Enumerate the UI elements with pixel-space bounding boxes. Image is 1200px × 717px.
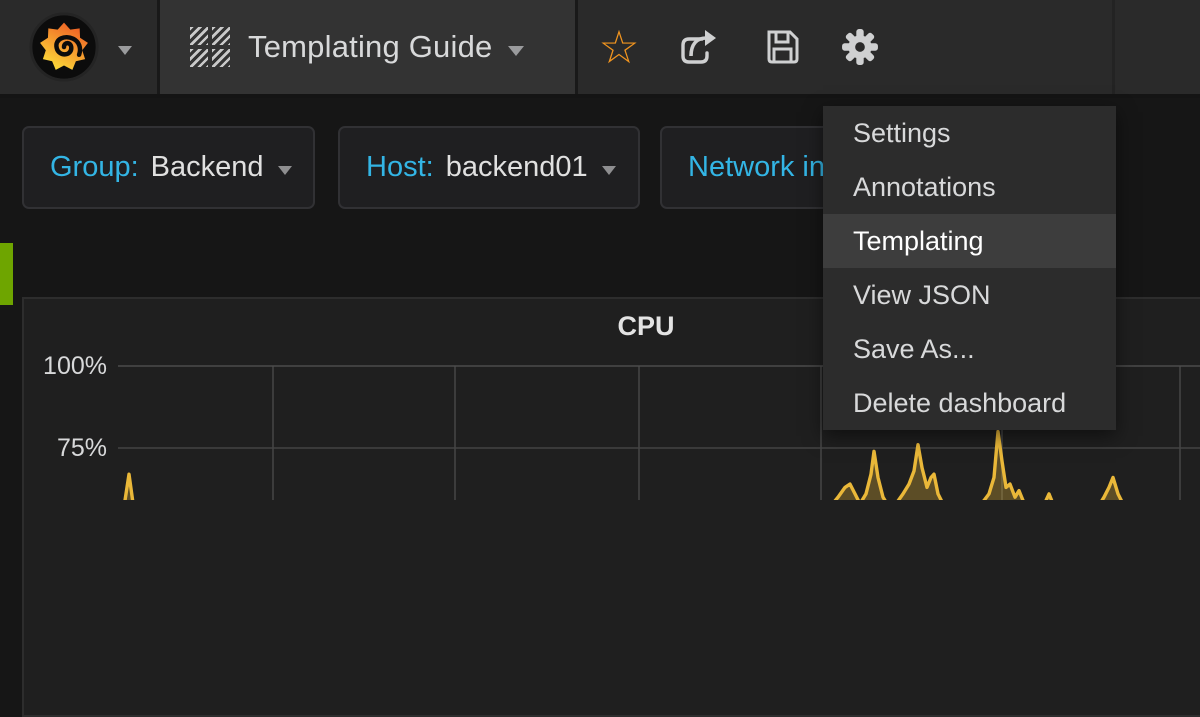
chevron-down-icon: [508, 46, 524, 56]
settings-gear-button[interactable]: [832, 0, 888, 94]
star-icon: ☆: [598, 24, 639, 70]
variable-value: backend01: [446, 151, 588, 184]
menu-item-annotations[interactable]: Annotations: [823, 160, 1116, 214]
variable-selector-group[interactable]: Group: Backend: [22, 126, 315, 209]
menu-item-view-json[interactable]: View JSON: [823, 268, 1116, 322]
dashboard-title-dropdown[interactable]: Templating Guide: [157, 0, 578, 94]
dashboard-title: Templating Guide: [248, 29, 492, 65]
variable-value: Backend: [151, 151, 264, 184]
chevron-down-icon: [602, 166, 616, 175]
save-button[interactable]: [754, 0, 810, 94]
top-navbar: Templating Guide ☆: [0, 0, 1200, 98]
navbar-divider: [1112, 0, 1115, 94]
variable-label: Network in: [688, 151, 825, 184]
save-icon: [761, 26, 803, 68]
share-button[interactable]: [670, 0, 726, 94]
chevron-down-icon: [118, 46, 132, 55]
dashboard-grid-icon: [190, 27, 230, 67]
chevron-down-icon: [278, 166, 292, 175]
variable-label: Host:: [366, 151, 434, 184]
menu-item-delete-dashboard[interactable]: Delete dashboard: [823, 376, 1116, 430]
menu-item-save-as[interactable]: Save As...: [823, 322, 1116, 376]
settings-dropdown-menu: SettingsAnnotationsTemplatingView JSONSa…: [823, 106, 1116, 430]
grafana-logo-icon: [28, 11, 100, 83]
star-button[interactable]: ☆: [591, 0, 647, 94]
menu-item-templating[interactable]: Templating: [823, 214, 1116, 268]
row-menu-handle[interactable]: [0, 243, 13, 305]
gear-icon: [841, 28, 879, 66]
variable-label: Group:: [50, 151, 139, 184]
share-icon: [676, 25, 720, 69]
variable-selector-host[interactable]: Host: backend01: [338, 126, 640, 209]
grafana-logo-menu[interactable]: [0, 0, 157, 94]
menu-item-settings[interactable]: Settings: [823, 106, 1116, 160]
